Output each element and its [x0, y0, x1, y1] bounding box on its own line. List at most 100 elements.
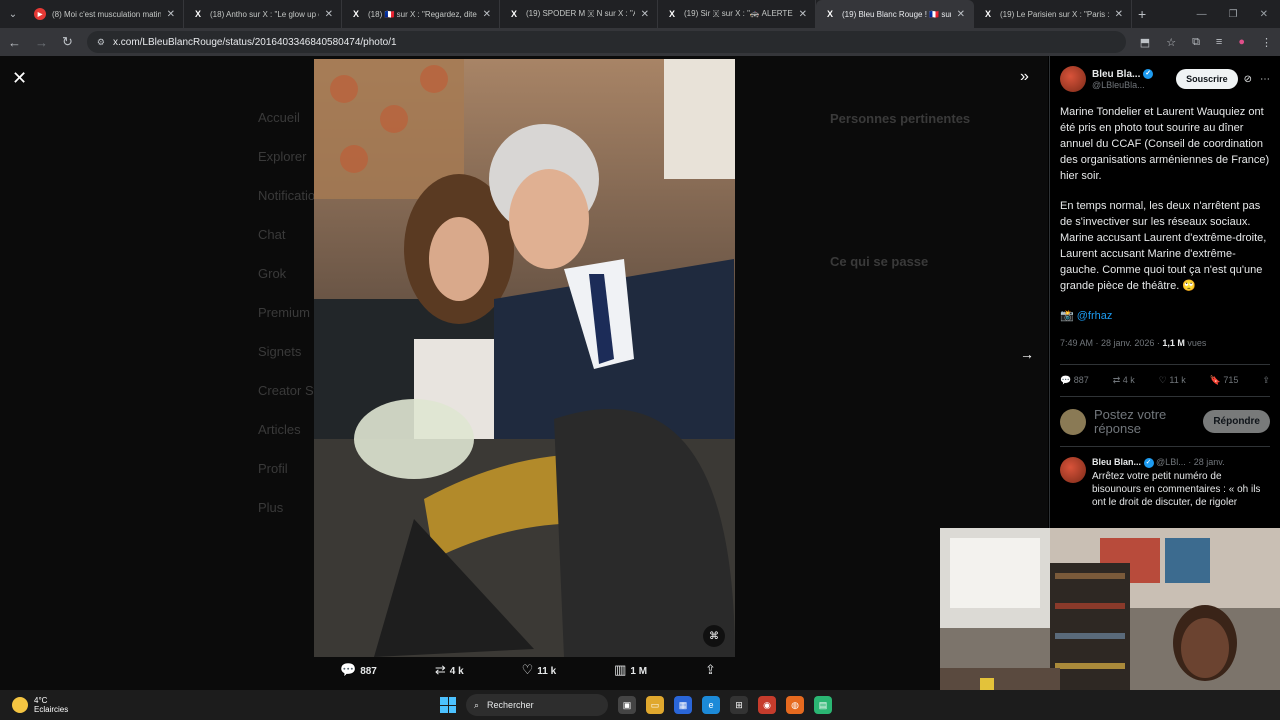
tab-2[interactable]: X (18) 🇫🇷 sur X : "Regardez, dites ✕ — [342, 0, 500, 28]
subscribe-button[interactable]: Souscrire — [1176, 69, 1238, 89]
post-paragraph: En temps normal, les deux n'arrêtent pas… — [1060, 200, 1267, 292]
youtube-icon: ▶ — [34, 8, 46, 20]
app-icon[interactable]: ▤ — [814, 696, 832, 714]
tab-title: (19) Bleu Blanc Rouge ! 🇫🇷 sur X — [842, 9, 951, 19]
close-icon[interactable]: ✕ — [641, 9, 649, 20]
view-count: 1 M — [630, 666, 648, 677]
post-timestamp[interactable]: 7:49 AM · 28 janv. 2026 · — [1060, 338, 1162, 348]
windows-taskbar: 4°C Eclaircies ⌕ Rechercher ▣ ▭ ▦ e ⊞ ◉ … — [0, 690, 1280, 720]
bookmark-star-icon[interactable]: ☆ — [1166, 36, 1176, 49]
like-stat[interactable]: ♡ 11 k — [1159, 375, 1186, 386]
post-paragraph: Marine Tondelier et Laurent Wauquiez ont… — [1060, 106, 1270, 182]
repost-action[interactable]: ⇄ 4 k — [435, 662, 464, 678]
verified-icon: ✓ — [1143, 457, 1154, 468]
next-photo-icon[interactable]: → — [1020, 346, 1034, 362]
minimize-icon[interactable]: — — [1197, 9, 1207, 20]
author-block: Bleu Bla... ✓ @LBleuBla... — [1092, 69, 1170, 90]
photo-credit: 📸 @frhaz — [1060, 308, 1270, 324]
media-icon[interactable]: ≡ — [1216, 36, 1222, 48]
file-explorer-icon[interactable]: ▭ — [646, 696, 664, 714]
close-icon[interactable]: ✕ — [325, 9, 333, 20]
ghost-nav-item: Chat — [258, 227, 286, 242]
close-window-icon[interactable]: ✕ — [1260, 9, 1268, 20]
close-icon[interactable]: ✕ — [799, 9, 807, 20]
tab-6[interactable]: X (19) Le Parisien sur X : "Paris : a ✕ — [974, 0, 1132, 28]
menu-icon[interactable]: ⋮ — [1261, 36, 1272, 49]
tab-title: (8) Moi c'est musculation matin — [52, 9, 161, 19]
author-name-text: Bleu Bla... — [1092, 68, 1141, 80]
more-icon[interactable]: ⋯ — [1260, 74, 1270, 85]
taskbar-search[interactable]: ⌕ Rechercher — [466, 694, 608, 716]
address-bar[interactable]: ⚙ x.com/LBleuBlancRouge/status/201640334… — [86, 31, 1126, 53]
avatar[interactable] — [1060, 66, 1086, 92]
firefox-icon[interactable]: ◍ — [786, 696, 804, 714]
heart-icon: ♡ — [521, 662, 534, 677]
site-info-icon[interactable]: ⚙ — [97, 37, 105, 48]
tab-1[interactable]: X (18) Antho sur X : "Le glow up c ✕ — [184, 0, 342, 28]
weather-widget[interactable]: 4°C Eclaircies — [0, 696, 200, 714]
task-view-icon[interactable]: ▣ — [618, 696, 636, 714]
share-icon[interactable]: ⇪ — [1262, 375, 1270, 386]
apps-icon[interactable]: ⊞ — [730, 696, 748, 714]
store-icon[interactable]: ▦ — [674, 696, 692, 714]
forward-icon[interactable]: → — [35, 35, 48, 50]
windows-start-icon[interactable] — [440, 697, 456, 713]
tab-title: (18) Antho sur X : "Le glow up c — [210, 9, 319, 19]
reply-action[interactable]: 💬 887 — [340, 662, 377, 678]
like-action[interactable]: ♡ 11 k — [522, 662, 557, 678]
alt-text-icon[interactable]: ⌘ — [703, 625, 725, 647]
browser-toolbar: ← → ↻ ⚙ x.com/LBleuBlancRouge/status/201… — [0, 28, 1280, 56]
share-action[interactable]: ⇪ — [705, 662, 720, 678]
avatar — [1060, 408, 1086, 435]
collapse-panel-icon[interactable]: » — [1020, 68, 1029, 86]
ghost-nav-item: Profil — [258, 461, 288, 476]
ghost-nav-item: Plus — [258, 500, 284, 515]
extensions-icon[interactable]: ⧉ — [1192, 36, 1200, 49]
weather-text: 4°C Eclaircies — [34, 696, 68, 714]
post-photo[interactable]: ⌘ — [314, 59, 735, 657]
new-tab-button[interactable]: + — [1138, 6, 1146, 22]
tab-title: (19) Sir 🇽 sur X : "🚓 ALERTE — [684, 9, 793, 18]
views-label: vues — [1184, 338, 1207, 348]
tab-search-button[interactable]: ⌄ — [0, 0, 26, 28]
reply-author[interactable]: Bleu Blan... — [1092, 457, 1141, 467]
repost-count: 4 k — [1122, 375, 1135, 385]
repost-count: 4 k — [449, 666, 464, 677]
bookmark-stat[interactable]: 🔖 715 — [1210, 375, 1239, 386]
avatar[interactable] — [1060, 457, 1086, 483]
post-views: 1,1 M — [1162, 338, 1185, 348]
reply-stat[interactable]: 💬 887 — [1060, 375, 1089, 386]
tab-3[interactable]: X (19) SPODER M 🇽 N sur X : "Al ✕ — [500, 0, 658, 28]
profile-icon[interactable]: ● — [1238, 36, 1245, 48]
close-icon[interactable]: ✕ — [1115, 9, 1123, 20]
tab-5-active[interactable]: X (19) Bleu Blanc Rouge ! 🇫🇷 sur X ✕ — [816, 0, 974, 28]
credit-mention-link[interactable]: @frhaz — [1077, 310, 1113, 322]
edge-icon[interactable]: e — [702, 696, 720, 714]
tab-4[interactable]: X (19) Sir 🇽 sur X : "🚓 ALERTE ✕ — [658, 0, 816, 28]
install-icon[interactable]: ⬒ — [1140, 36, 1150, 49]
reply-item[interactable]: Bleu Blan... ✓ @LBl... · 28 janv. Arrête… — [1060, 457, 1270, 509]
author-handle: @LBleuBla... — [1092, 79, 1145, 90]
reply-button[interactable]: Répondre — [1203, 410, 1270, 433]
like-count: 11 k — [1169, 375, 1186, 385]
share-icon: ⇪ — [705, 662, 716, 677]
close-viewer-button[interactable]: ✕ — [12, 68, 27, 89]
x-icon: X — [984, 9, 991, 19]
author-name[interactable]: Bleu Bla... ✓ — [1092, 69, 1170, 80]
ghost-nav-item: Explorer — [258, 149, 307, 164]
close-icon[interactable]: ✕ — [167, 9, 175, 20]
toolbar-right: ⬒ ☆ ⧉ ≡ ● ⋮ — [1140, 36, 1272, 49]
close-icon[interactable]: ✕ — [957, 9, 965, 20]
back-icon[interactable]: ← — [8, 35, 21, 50]
grok-icon[interactable]: ⊘ — [1244, 74, 1252, 85]
close-icon[interactable]: ✕ — [483, 9, 491, 20]
maximize-icon[interactable]: ❐ — [1229, 9, 1238, 20]
reply-input[interactable]: Postez votre réponse — [1094, 408, 1195, 436]
post-stats: 💬 887 ⇄ 4 k ♡ 11 k 🔖 715 ⇪ — [1060, 364, 1270, 397]
chrome-icon[interactable]: ◉ — [758, 696, 776, 714]
views-action[interactable]: ▥ 1 M — [614, 662, 647, 678]
tab-0[interactable]: ▶ (8) Moi c'est musculation matin ✕ — [26, 0, 184, 28]
repost-stat[interactable]: ⇄ 4 k — [1113, 375, 1135, 386]
reload-icon[interactable]: ↻ — [62, 34, 73, 50]
repost-icon: ⇄ — [434, 662, 446, 677]
